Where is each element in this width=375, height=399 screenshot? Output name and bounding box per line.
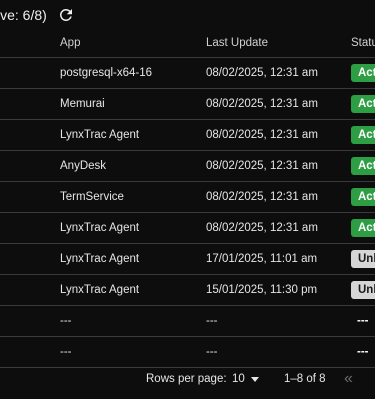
table-row[interactable]: postgresql-x64-16 08/02/2025, 12:31 am Act…: [0, 58, 375, 89]
status-cell: ---: [351, 337, 369, 367]
app-name-cell: LynxTrac Agent: [60, 253, 140, 265]
status-badge: Unknown: [351, 250, 375, 268]
last-update-cell: 08/02/2025, 12:31 am: [206, 222, 318, 234]
status-badge: Active: [351, 219, 375, 237]
status-cell: Unknown: [351, 275, 375, 305]
table-row[interactable]: LynxTrac Agent 15/01/2025, 11:30 pm Unknow…: [0, 275, 375, 306]
status-badge: Active: [351, 188, 375, 206]
first-page-icon[interactable]: «: [344, 365, 353, 393]
table-row[interactable]: Memurai 08/02/2025, 12:31 am Active: [0, 89, 375, 120]
last-update-cell: 15/01/2025, 11:30 pm: [206, 284, 318, 296]
last-update-cell: 08/02/2025, 12:31 am: [206, 191, 318, 203]
pagination-range: 1–8 of 8: [284, 373, 326, 385]
apps-table: App Last Update Status postgresql-x64-16…: [0, 28, 375, 368]
table-body: postgresql-x64-16 08/02/2025, 12:31 am Act…: [0, 58, 375, 368]
status-cell: Active: [351, 151, 375, 181]
table-row[interactable]: LynxTrac Agent 17/01/2025, 11:01 am Unknow…: [0, 244, 375, 275]
status-badge: Active: [351, 95, 375, 113]
last-update-cell: 17/01/2025, 11:01 am: [206, 253, 318, 265]
app-name-cell: LynxTrac Agent: [60, 129, 140, 141]
column-header-app[interactable]: App: [60, 28, 80, 57]
last-update-cell: ---: [206, 346, 218, 358]
table-row[interactable]: TermService 08/02/2025, 12:31 am Active: [0, 182, 375, 213]
table-row[interactable]: --- --- ---: [0, 306, 375, 337]
status-placeholder: ---: [357, 346, 369, 358]
status-cell: Active: [351, 213, 375, 243]
app-name-cell: ---: [60, 315, 72, 327]
status-badge: Active: [351, 157, 375, 175]
panel-header: ive: 6/8): [0, 5, 75, 25]
app-name-cell: LynxTrac Agent: [60, 222, 140, 234]
status-placeholder: ---: [357, 315, 369, 327]
column-header-status[interactable]: Status: [351, 28, 375, 57]
app-name-cell: postgresql-x64-16: [60, 67, 153, 79]
status-cell: ---: [351, 306, 369, 336]
pagination-bar: Rows per page: 10 1–8 of 8 «: [0, 365, 375, 393]
status-cell: Active: [351, 89, 375, 119]
table-row[interactable]: AnyDesk 08/02/2025, 12:31 am Active: [0, 151, 375, 182]
chevron-down-icon: [250, 376, 259, 382]
table-row[interactable]: LynxTrac Agent 08/02/2025, 12:31 am Active: [0, 213, 375, 244]
app-status-panel: ive: 6/8) App Last Update Status postgre…: [0, 0, 375, 399]
last-update-cell: 08/02/2025, 12:31 am: [206, 98, 318, 110]
status-cell: Active: [351, 58, 375, 88]
status-cell: Active: [351, 182, 375, 212]
app-name-cell: ---: [60, 346, 72, 358]
table-row[interactable]: LynxTrac Agent 08/02/2025, 12:31 am Active: [0, 120, 375, 151]
rows-per-page-select[interactable]: 10: [232, 365, 259, 393]
panel-title: ive: 6/8): [0, 7, 47, 23]
last-update-cell: 08/02/2025, 12:31 am: [206, 160, 318, 172]
table-row[interactable]: --- --- ---: [0, 337, 375, 368]
app-name-cell: Memurai: [60, 98, 105, 110]
status-badge: Active: [351, 126, 375, 144]
status-badge: Active: [351, 64, 375, 82]
rows-per-page-label: Rows per page:: [146, 373, 227, 385]
column-header-last-update[interactable]: Last Update: [206, 28, 268, 57]
table-header-row: App Last Update Status: [0, 28, 375, 58]
app-name-cell: AnyDesk: [60, 160, 107, 172]
app-name-cell: LynxTrac Agent: [60, 284, 140, 296]
last-update-cell: 08/02/2025, 12:31 am: [206, 129, 318, 141]
status-badge: Unknown: [351, 281, 375, 299]
last-update-cell: 08/02/2025, 12:31 am: [206, 67, 318, 79]
last-update-cell: ---: [206, 315, 218, 327]
status-cell: Active: [351, 120, 375, 150]
app-name-cell: TermService: [60, 191, 124, 203]
rows-per-page-value: 10: [232, 373, 245, 385]
refresh-icon[interactable]: [57, 6, 75, 24]
status-cell: Unknown: [351, 244, 375, 274]
